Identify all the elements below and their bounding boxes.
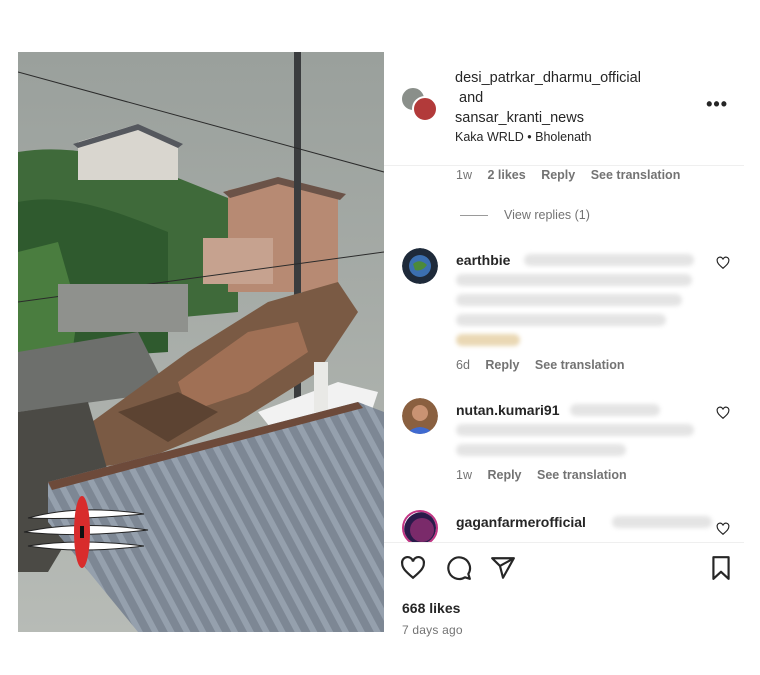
blurred-comment-text xyxy=(456,424,694,436)
post-sidebar: desi_patrkar_dharmu_official and sansar_… xyxy=(384,52,744,637)
blurred-comment-text xyxy=(570,404,660,416)
comment-icon[interactable] xyxy=(446,555,472,581)
heart-icon[interactable] xyxy=(716,522,730,536)
comment-username[interactable]: gaganfarmerofficial xyxy=(456,514,586,530)
view-replies-label: View replies (1) xyxy=(504,208,590,222)
blurred-comment-text xyxy=(456,274,692,286)
blurred-comment-text xyxy=(612,516,712,528)
bookmark-icon[interactable] xyxy=(708,555,734,581)
audio-separator: • xyxy=(527,130,532,144)
comment-time: 1w xyxy=(456,168,472,182)
blurred-comment-text xyxy=(456,294,682,306)
comment-username[interactable]: earthbie xyxy=(456,252,510,268)
divider xyxy=(460,215,488,217)
author-connector: and xyxy=(459,90,484,106)
more-options-button[interactable]: ••• xyxy=(706,94,728,115)
avatar[interactable] xyxy=(412,96,438,122)
comment-time: 6d xyxy=(456,358,470,372)
see-translation-link[interactable]: See translation xyxy=(535,358,625,372)
reply-button[interactable]: Reply xyxy=(487,468,521,482)
post-media[interactable] xyxy=(18,52,384,632)
see-translation-link[interactable]: See translation xyxy=(537,468,627,482)
comment-username[interactable]: nutan.kumari91 xyxy=(456,402,559,418)
more-icon: ••• xyxy=(706,94,728,114)
avatar[interactable] xyxy=(402,248,438,284)
collab-avatars[interactable] xyxy=(400,86,440,126)
heart-icon[interactable] xyxy=(716,406,730,420)
see-translation-link[interactable]: See translation xyxy=(591,168,681,182)
author-secondary-link[interactable]: sansar_kranti_news xyxy=(455,108,641,128)
comment-likes-link[interactable]: 2 likes xyxy=(487,168,525,182)
post-header: desi_patrkar_dharmu_official and sansar_… xyxy=(384,52,744,166)
post-timestamp[interactable]: 7 days ago xyxy=(402,623,463,637)
heart-icon[interactable] xyxy=(716,256,730,270)
collab-authors: desi_patrkar_dharmu_official and sansar_… xyxy=(455,68,641,128)
comment-time: 1w xyxy=(456,468,472,482)
blurred-comment-text xyxy=(456,314,666,326)
likes-count[interactable]: 668 likes xyxy=(402,600,460,616)
reply-button[interactable]: Reply xyxy=(485,358,519,372)
blurred-comment-text xyxy=(456,444,626,456)
view-replies-button[interactable]: View replies (1) xyxy=(460,208,590,222)
blurred-comment-text xyxy=(524,254,694,266)
audio-attribution: Kaka WRLD • Bholenath xyxy=(455,130,591,144)
author-primary-link[interactable]: desi_patrkar_dharmu_official xyxy=(455,68,641,88)
trishul-emblem-icon xyxy=(23,496,149,568)
comment-meta: 6d Reply See translation xyxy=(456,358,637,372)
blurred-emoji xyxy=(456,334,520,346)
heart-icon[interactable] xyxy=(400,555,426,581)
reply-button[interactable]: Reply xyxy=(541,168,575,182)
post-actions: 668 likes 7 days ago xyxy=(384,542,744,637)
comment-meta: 1w Reply See translation xyxy=(456,468,639,482)
audio-title-link[interactable]: Bholenath xyxy=(535,130,591,144)
comments-list[interactable]: 1w 2 likes Reply See translation View re… xyxy=(384,166,744,542)
avatar[interactable] xyxy=(402,510,438,542)
send-icon[interactable] xyxy=(490,555,516,581)
avatar[interactable] xyxy=(402,398,438,434)
audio-artist-link[interactable]: Kaka WRLD xyxy=(455,130,524,144)
reply-meta: 1w 2 likes Reply See translation xyxy=(456,168,692,182)
